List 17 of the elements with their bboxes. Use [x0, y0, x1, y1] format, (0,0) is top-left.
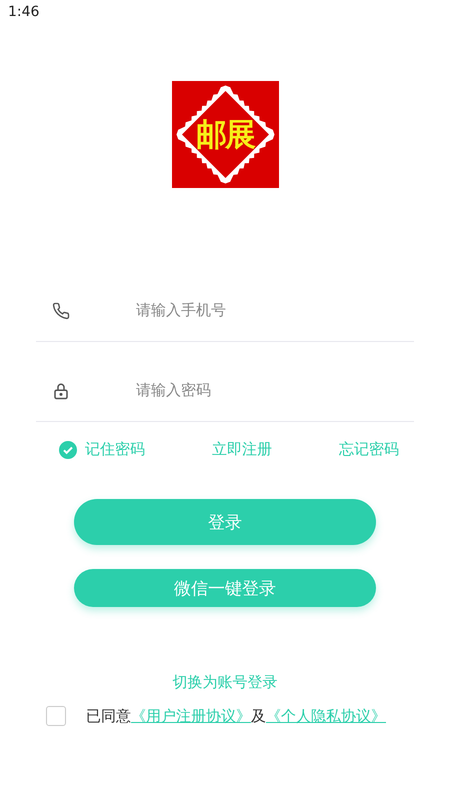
privacy-agreement-link[interactable]: 《个人隐私协议》	[266, 706, 386, 726]
wechat-login-button[interactable]: 微信一键登录	[74, 569, 376, 607]
logo-text: 邮展	[195, 116, 256, 155]
password-field[interactable]: 请输入密码	[134, 381, 414, 400]
agreement-checkbox[interactable]	[46, 706, 66, 726]
phone-icon	[52, 302, 70, 320]
remember-password-checkbox[interactable]: 记住密码	[59, 440, 145, 459]
forgot-password-link[interactable]: 忘记密码	[339, 440, 399, 459]
status-time: 1:46	[7, 3, 40, 22]
agreement-text: 已同意	[86, 706, 131, 726]
phone-field[interactable]: 请输入手机号	[134, 301, 414, 320]
user-agreement-link[interactable]: 《用户注册协议》	[131, 706, 251, 726]
register-link[interactable]: 立即注册	[212, 440, 272, 459]
conjunction-text: 及	[251, 706, 266, 726]
lock-icon	[52, 382, 70, 400]
login-button[interactable]: 登录	[74, 499, 376, 545]
switch-login-link[interactable]: 切换为账号登录	[172, 673, 278, 692]
